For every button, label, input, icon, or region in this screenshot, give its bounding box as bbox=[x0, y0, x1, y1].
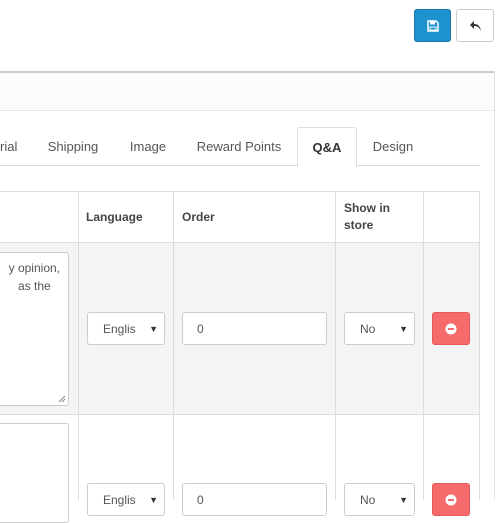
column-divider bbox=[479, 191, 480, 500]
header-label-line: store bbox=[344, 218, 374, 232]
header-label-line: Show in bbox=[344, 201, 390, 215]
language-select[interactable]: Englis ▼ bbox=[87, 312, 165, 345]
answer-text-line: y opinion, bbox=[8, 261, 60, 275]
column-divider bbox=[173, 191, 174, 500]
panel-border bbox=[494, 71, 495, 500]
row-divider bbox=[0, 242, 480, 243]
back-button[interactable] bbox=[456, 9, 494, 42]
row-divider bbox=[0, 414, 480, 415]
page-header bbox=[0, 0, 500, 72]
column-header-show-in-store: Show in store bbox=[336, 192, 424, 242]
tab-qa[interactable]: Q&A bbox=[297, 127, 357, 167]
column-divider bbox=[78, 191, 79, 500]
answer-text-line: as the bbox=[18, 279, 51, 293]
save-icon bbox=[426, 19, 439, 32]
tab-reward-points[interactable]: Reward Points bbox=[186, 127, 292, 166]
resize-grip-icon[interactable] bbox=[58, 395, 66, 403]
caret-down-icon: ▼ bbox=[399, 323, 408, 334]
order-input[interactable]: 0 bbox=[182, 312, 327, 345]
tab-bar: rial Shipping Image Reward Points Q&A De… bbox=[0, 127, 480, 167]
answer-textarea[interactable] bbox=[0, 423, 69, 523]
tab-shipping[interactable]: Shipping bbox=[34, 127, 112, 166]
tab-image[interactable]: Image bbox=[116, 127, 180, 166]
caret-down-icon: ▼ bbox=[149, 323, 158, 334]
language-select-value: Englis bbox=[103, 321, 136, 336]
reply-icon bbox=[469, 20, 481, 31]
tab-material[interactable]: rial bbox=[0, 127, 26, 166]
column-divider bbox=[423, 191, 424, 500]
answer-textarea[interactable]: y opinion, as the bbox=[0, 252, 69, 406]
tab-design[interactable]: Design bbox=[362, 127, 424, 166]
show-in-store-value: No bbox=[360, 321, 376, 336]
panel-heading bbox=[0, 73, 495, 111]
order-input-value: 0 bbox=[197, 321, 204, 336]
minus-circle-icon bbox=[445, 323, 457, 334]
save-button[interactable] bbox=[414, 9, 451, 42]
column-divider bbox=[335, 191, 336, 500]
column-header-language: Language bbox=[86, 209, 143, 224]
column-header-order: Order bbox=[182, 209, 215, 224]
show-in-store-select[interactable]: No ▼ bbox=[344, 312, 415, 345]
remove-row-button[interactable] bbox=[432, 312, 470, 345]
